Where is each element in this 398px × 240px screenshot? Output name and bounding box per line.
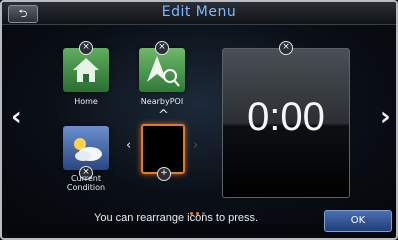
- slot-left-arrow[interactable]: ‹: [126, 138, 131, 153]
- page-indicator: [190, 200, 214, 215]
- slot-up-arrow[interactable]: ^: [158, 108, 169, 123]
- remove-clock-button[interactable]: ×: [279, 41, 293, 55]
- ok-button[interactable]: OK: [324, 210, 392, 232]
- screen-frame: ⮌ Edit Menu ‹ › × Home × NearbyPOI × Cur…: [0, 0, 398, 240]
- page-title: Edit Menu: [161, 4, 237, 20]
- remove-home-button[interactable]: ×: [79, 41, 93, 55]
- add-item-button[interactable]: +: [157, 167, 171, 181]
- nearby-poi-label: NearbyPOI: [140, 97, 184, 106]
- current-condition-tile[interactable]: [63, 126, 109, 170]
- remove-nearby-poi-button[interactable]: ×: [155, 41, 169, 55]
- weather-icon: [74, 138, 102, 161]
- previous-page-arrow[interactable]: ‹: [11, 104, 22, 130]
- next-page-arrow[interactable]: ›: [380, 104, 391, 130]
- current-condition-label: Current Condition: [66, 174, 106, 192]
- slot-right-arrow[interactable]: ›: [193, 138, 198, 153]
- home-label: Home: [74, 97, 98, 106]
- header-bar: ⮌ Edit Menu: [2, 2, 396, 25]
- clock-time: 0:00: [247, 95, 325, 139]
- clock-widget[interactable]: 0:00: [222, 48, 350, 198]
- hint-text: You can rearrange icons to press.: [94, 212, 259, 224]
